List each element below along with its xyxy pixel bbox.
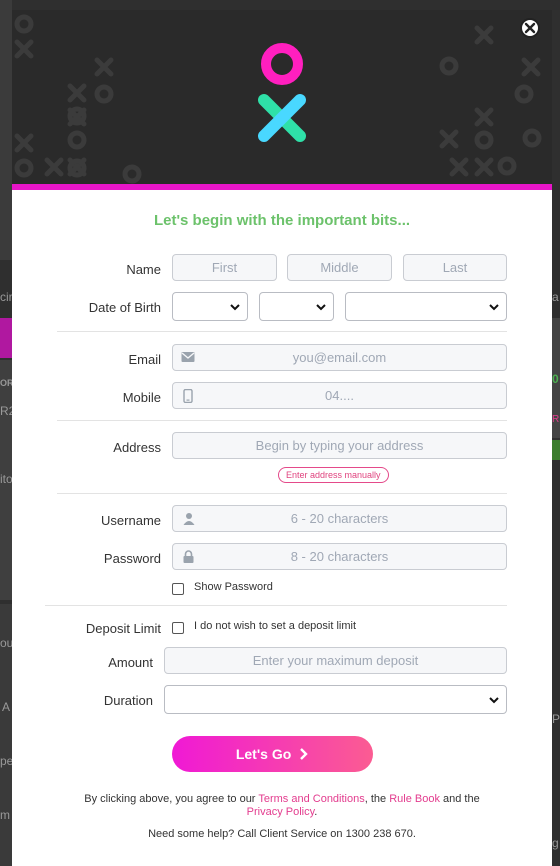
password-input[interactable]: 8 - 20 characters: [172, 543, 507, 570]
username-label: Username: [101, 513, 161, 528]
section-divider: [57, 331, 507, 332]
hero-accent-bar: [12, 184, 552, 190]
middle-name-input[interactable]: Middle: [287, 254, 392, 281]
backdrop-text: cir: [0, 290, 13, 304]
password-label: Password: [103, 551, 161, 566]
section-divider: [57, 493, 507, 494]
duration-select[interactable]: [164, 685, 507, 714]
phone-icon: [183, 389, 193, 403]
backdrop-strip: [0, 0, 12, 260]
username-input[interactable]: 6 - 20 characters: [172, 505, 507, 532]
first-name-input[interactable]: First: [172, 254, 277, 281]
chevron-down-icon: [489, 304, 499, 311]
chevron-right-icon: [300, 748, 308, 760]
backdrop-text: R: [552, 414, 560, 425]
section-divider: [45, 605, 507, 606]
username-placeholder: 6 - 20 characters: [290, 511, 389, 526]
mobile-input[interactable]: 04....: [172, 382, 507, 409]
email-label: Email: [128, 352, 161, 367]
show-password-label: Show Password: [194, 581, 273, 593]
mobile-placeholder: 04....: [325, 388, 354, 403]
chevron-down-icon: [230, 304, 240, 311]
help-text: Need some help? Call Client Service on 1…: [148, 828, 416, 840]
terms-prefix: By clicking above, you agree to our: [84, 793, 259, 805]
backdrop-text: g: [552, 836, 559, 850]
lets-go-label: Let's Go: [235, 746, 292, 762]
backdrop-text: 0: [552, 372, 559, 386]
terms-and-conditions-link[interactable]: Terms and Conditions: [258, 793, 364, 805]
rule-book-link[interactable]: Rule Book: [389, 793, 440, 805]
no-deposit-limit-checkbox[interactable]: [172, 622, 184, 634]
mobile-label: Mobile: [122, 390, 161, 405]
duration-label: Duration: [103, 693, 153, 708]
chevron-down-icon: [489, 697, 499, 704]
terms-and: and the: [439, 793, 480, 805]
backdrop-text: A: [2, 700, 11, 714]
backdrop-text: m: [0, 808, 10, 822]
dob-day-select[interactable]: [172, 292, 248, 321]
terms-suffix: .: [314, 806, 318, 818]
dob-year-select[interactable]: [345, 292, 507, 321]
close-circle-icon[interactable]: [518, 16, 542, 40]
terms-text: By clicking above, you agree to our Term…: [52, 793, 512, 819]
privacy-policy-link[interactable]: Privacy Policy: [247, 806, 315, 818]
backdrop-text: Pe: [552, 712, 560, 726]
lets-go-button[interactable]: Let's Go: [172, 736, 373, 772]
ox-logo-icon: [258, 43, 306, 142]
user-icon: [183, 513, 195, 525]
dob-label: Date of Birth: [88, 300, 161, 315]
registration-modal: Let's begin with the important bits... N…: [12, 10, 552, 866]
form-heading: Let's begin with the important bits...: [153, 212, 411, 229]
last-name-input[interactable]: Last: [403, 254, 507, 281]
backdrop-text: a: [552, 290, 559, 304]
email-input[interactable]: you@email.com: [172, 344, 507, 371]
deposit-limit-label: Deposit Limit: [85, 621, 161, 636]
email-placeholder: you@email.com: [292, 350, 387, 365]
terms-middle: , the: [364, 793, 390, 805]
backdrop-strip: [0, 318, 12, 358]
envelope-icon: [181, 352, 195, 362]
address-input[interactable]: Begin by typing your address: [172, 432, 507, 459]
lock-icon: [183, 550, 194, 563]
amount-label: Amount: [108, 655, 153, 670]
amount-input[interactable]: Enter your maximum deposit: [164, 647, 507, 674]
address-label: Address: [113, 440, 161, 455]
enter-address-manually-link[interactable]: Enter address manually: [278, 467, 389, 483]
dob-month-select[interactable]: [259, 292, 334, 321]
show-password-checkbox[interactable]: [172, 583, 184, 595]
backdrop-text: ito: [0, 472, 13, 486]
close-button[interactable]: [518, 16, 542, 40]
hero-banner: [12, 10, 552, 184]
password-placeholder: 8 - 20 characters: [290, 549, 389, 564]
name-label: Name: [126, 262, 161, 277]
chevron-down-icon: [316, 304, 326, 311]
backdrop-strip: [552, 440, 560, 460]
section-divider: [57, 420, 507, 421]
no-deposit-limit-label: I do not wish to set a deposit limit: [194, 620, 357, 632]
